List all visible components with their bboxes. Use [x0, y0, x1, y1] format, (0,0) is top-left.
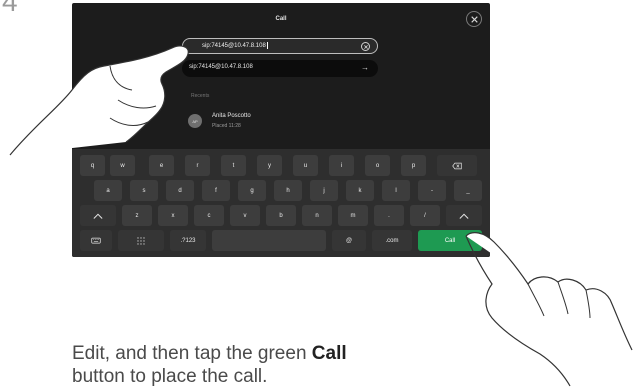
dotcom-key[interactable]: .com — [372, 230, 412, 251]
text-cursor — [266, 42, 268, 49]
key-m[interactable]: m — [338, 205, 368, 226]
key-f[interactable]: f — [202, 180, 230, 201]
backspace-key[interactable] — [437, 155, 477, 176]
key-j[interactable]: j — [310, 180, 338, 201]
step-number: 4 — [2, 0, 18, 17]
shift-key-right[interactable] — [446, 205, 482, 226]
key-period[interactable]: . — [374, 205, 404, 226]
search-input[interactable]: sip:74145@10.47.8.108 — [182, 38, 378, 54]
key-s[interactable]: s — [130, 180, 158, 201]
suggestion-row[interactable]: sip:74145@10.47.8.108 → — [182, 60, 378, 77]
instructions-after: button to place the call. — [72, 366, 268, 387]
key-c[interactable]: c — [194, 205, 224, 226]
key-l[interactable]: l — [382, 180, 410, 201]
recent-contact[interactable]: AP Anita Poscotto Placed 11:28 — [188, 112, 388, 132]
key-u[interactable]: u — [293, 155, 318, 176]
left-hand-illustration — [9, 45, 189, 156]
contact-detail: Placed 11:28 — [212, 123, 241, 129]
right-hand-illustration — [465, 232, 633, 387]
key-g[interactable]: g — [238, 180, 266, 201]
shift-icon — [93, 213, 103, 219]
screen-title: Call — [275, 16, 287, 22]
key-y[interactable]: y — [257, 155, 282, 176]
instructions-before: Edit, and then tap the green — [72, 343, 312, 364]
key-dash[interactable]: - — [418, 180, 446, 201]
close-icon — [470, 15, 478, 23]
clear-button[interactable] — [361, 42, 370, 51]
key-z[interactable]: z — [122, 205, 152, 226]
at-key[interactable]: @ — [332, 230, 366, 251]
instructions-bold: Call — [311, 343, 347, 364]
key-o[interactable]: o — [365, 155, 390, 176]
key-x[interactable]: x — [158, 205, 188, 226]
key-underscore[interactable]: _ — [454, 180, 482, 201]
key-a[interactable]: a — [94, 180, 122, 201]
key-slash[interactable]: / — [410, 205, 440, 226]
keyboard-toggle-key[interactable] — [80, 230, 112, 251]
shift-icon — [459, 213, 469, 219]
shift-key-left[interactable] — [80, 205, 116, 226]
key-i[interactable]: i — [329, 155, 354, 176]
key-h[interactable]: h — [274, 180, 302, 201]
instructions-text: Edit, and then tap the green Call button … — [72, 342, 392, 388]
key-t[interactable]: t — [221, 155, 246, 176]
contact-name: Anita Poscotto — [212, 113, 251, 119]
arrow-right-icon: → — [361, 63, 369, 72]
numbers-key[interactable]: .?123 — [170, 230, 206, 251]
search-input-value: sip:74145@10.47.8.108 — [202, 43, 266, 50]
key-b[interactable]: b — [266, 205, 296, 226]
key-n[interactable]: n — [302, 205, 332, 226]
key-d[interactable]: d — [166, 180, 194, 201]
space-key[interactable] — [212, 230, 326, 251]
grid-key[interactable] — [118, 230, 164, 251]
key-p[interactable]: p — [401, 155, 426, 176]
close-button[interactable] — [466, 11, 482, 27]
key-v[interactable]: v — [230, 205, 260, 226]
keyboard-icon — [91, 237, 101, 243]
backspace-icon — [452, 162, 462, 169]
grid-icon — [137, 236, 145, 245]
key-k[interactable]: k — [346, 180, 374, 201]
clear-icon — [363, 44, 368, 49]
